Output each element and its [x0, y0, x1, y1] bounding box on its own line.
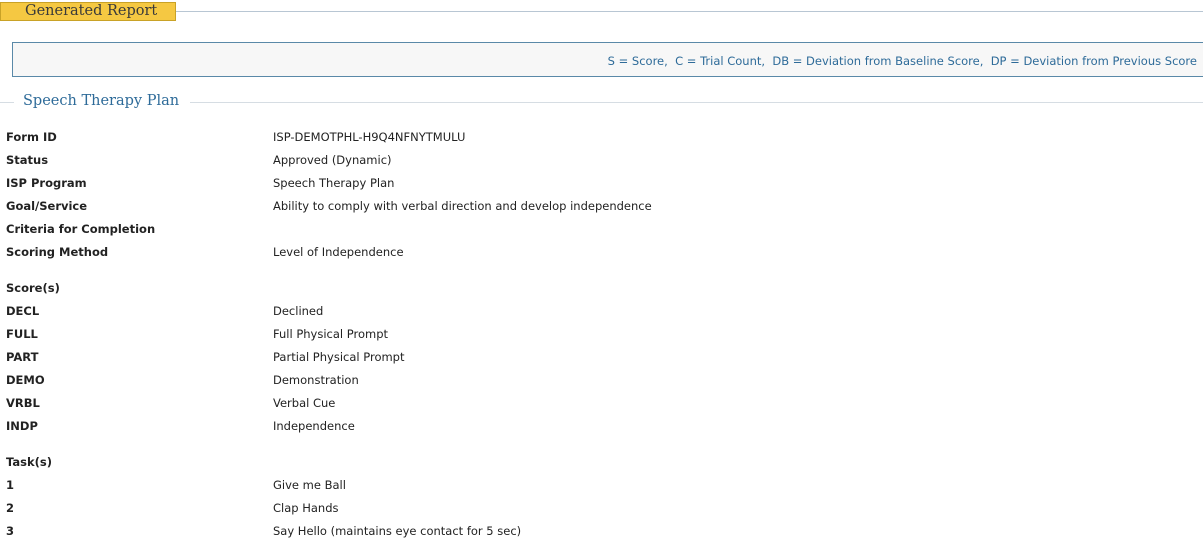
score-description: Declined — [273, 304, 324, 318]
detail-row-goal-service: Goal/Service Ability to comply with verb… — [0, 199, 1203, 217]
score-description: Full Physical Prompt — [273, 327, 389, 341]
score-description: Verbal Cue — [273, 396, 336, 410]
detail-label: ISP Program — [6, 176, 87, 190]
detail-label: Scoring Method — [6, 245, 109, 259]
header-divider — [176, 11, 1203, 12]
score-row: FULL Full Physical Prompt — [0, 327, 1203, 345]
tasks-heading: Task(s) — [6, 455, 52, 469]
score-row: DECL Declined — [0, 304, 1203, 322]
section-title: Speech Therapy Plan — [23, 93, 180, 109]
task-description: Give me Ball — [273, 478, 346, 492]
legend-text: S = Score, C = Trial Count, DB = Deviati… — [607, 54, 1197, 68]
detail-row-criteria: Criteria for Completion — [0, 222, 1203, 240]
score-code: FULL — [6, 327, 38, 341]
report-page: Generated Report S = Score, C = Trial Co… — [0, 0, 1203, 543]
detail-label: Status — [6, 153, 49, 167]
task-row: 3 Say Hello (maintains eye contact for 5… — [0, 524, 1203, 542]
task-number: 3 — [6, 524, 15, 538]
generated-report-tab[interactable]: Generated Report — [0, 2, 176, 21]
task-row: 2 Clap Hands — [0, 501, 1203, 519]
task-description: Clap Hands — [273, 501, 339, 515]
section-divider — [190, 102, 1203, 103]
section-divider-left — [0, 102, 14, 103]
scores-heading: Score(s) — [6, 281, 60, 295]
score-row: PART Partial Physical Prompt — [0, 350, 1203, 368]
score-code: INDP — [6, 419, 38, 433]
score-row: DEMO Demonstration — [0, 373, 1203, 391]
score-description: Partial Physical Prompt — [273, 350, 405, 364]
score-code: PART — [6, 350, 39, 364]
detail-row-status: Status Approved (Dynamic) — [0, 153, 1203, 171]
detail-label: Form ID — [6, 130, 57, 144]
score-code: VRBL — [6, 396, 40, 410]
score-code: DECL — [6, 304, 40, 318]
detail-label: Goal/Service — [6, 199, 88, 213]
score-code: DEMO — [6, 373, 45, 387]
detail-value: ISP-DEMOTPHL-H9Q4NFNYTMULU — [273, 130, 466, 144]
task-number: 1 — [6, 478, 15, 492]
detail-row-isp-program: ISP Program Speech Therapy Plan — [0, 176, 1203, 194]
score-row: INDP Independence — [0, 419, 1203, 437]
detail-label: Criteria for Completion — [6, 222, 156, 236]
score-description: Demonstration — [273, 373, 359, 387]
score-description: Independence — [273, 419, 355, 433]
legend-bar: S = Score, C = Trial Count, DB = Deviati… — [12, 42, 1203, 77]
task-number: 2 — [6, 501, 15, 515]
detail-value: Speech Therapy Plan — [273, 176, 395, 190]
detail-value: Ability to comply with verbal direction … — [273, 199, 652, 213]
score-row: VRBL Verbal Cue — [0, 396, 1203, 414]
detail-row-scoring-method: Scoring Method Level of Independence — [0, 245, 1203, 263]
detail-value: Level of Independence — [273, 245, 404, 259]
detail-value: Approved (Dynamic) — [273, 153, 392, 167]
detail-row-form-id: Form ID ISP-DEMOTPHL-H9Q4NFNYTMULU — [0, 130, 1203, 148]
task-row: 1 Give me Ball — [0, 478, 1203, 496]
task-description: Say Hello (maintains eye contact for 5 s… — [273, 524, 522, 538]
